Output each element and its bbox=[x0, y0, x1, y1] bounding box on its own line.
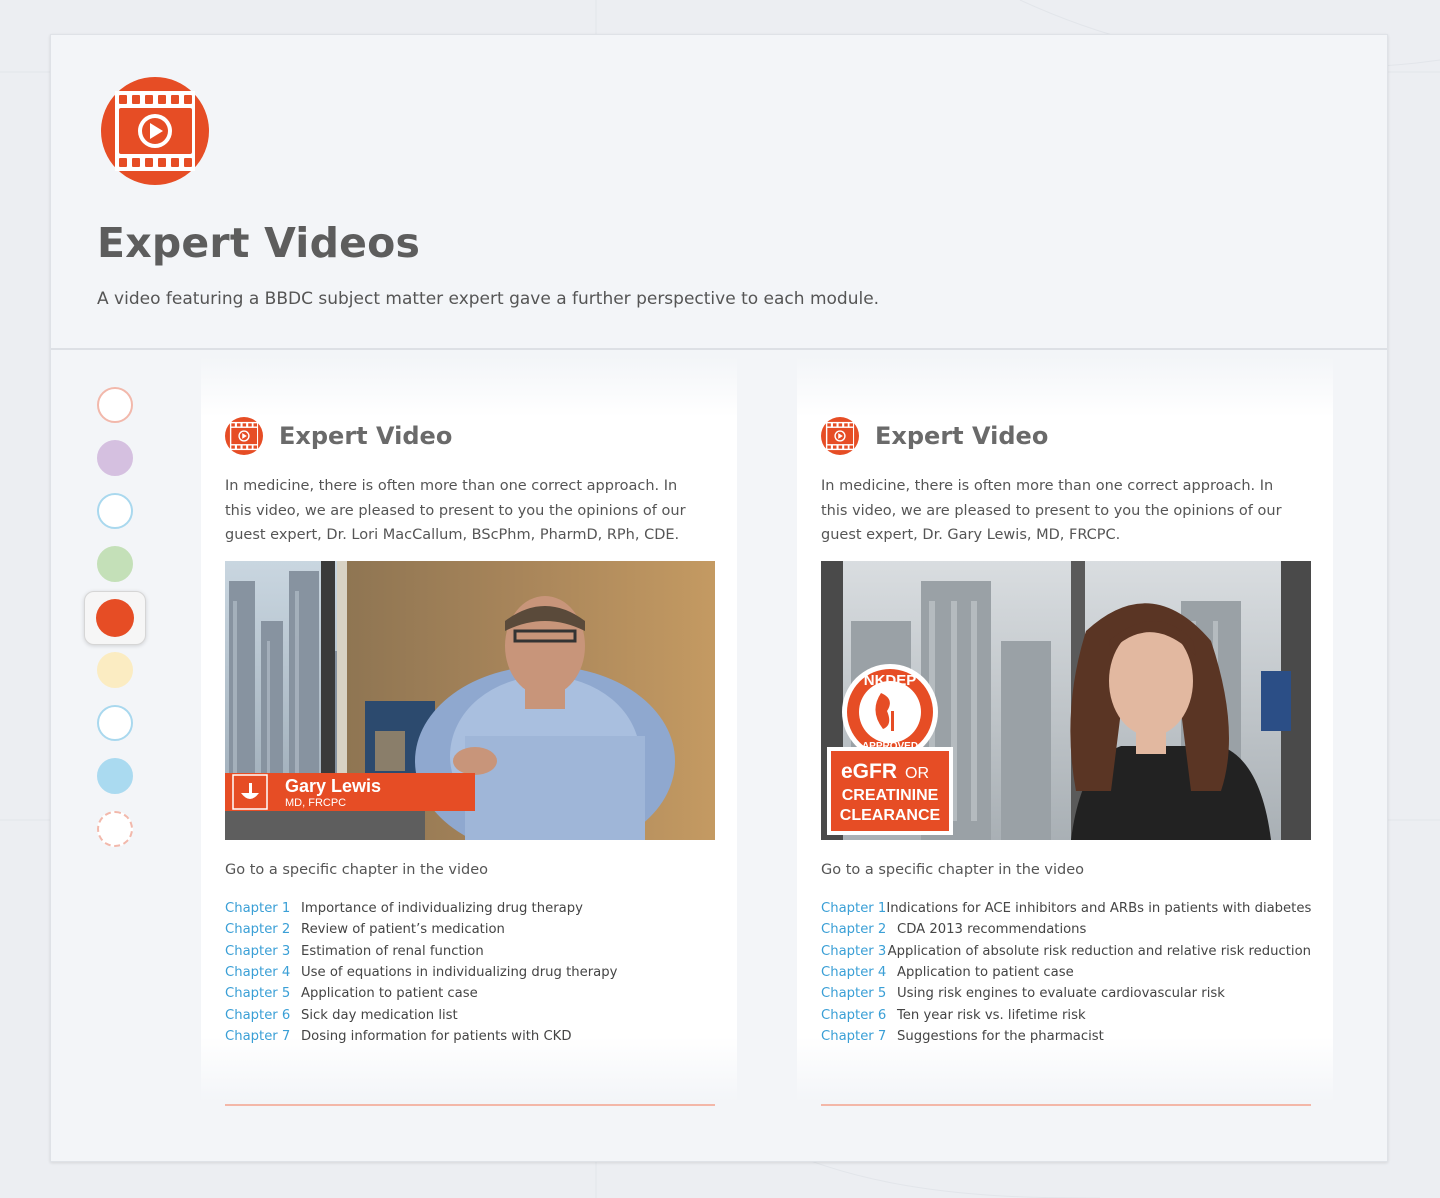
chapter-title: Estimation of renal function bbox=[301, 943, 484, 959]
video-film-icon bbox=[821, 417, 859, 455]
chapter-row: Chapter 1 Indications for ACE inhibitors … bbox=[821, 898, 1311, 919]
lower-third-credentials: MD, FRCPC bbox=[285, 797, 346, 809]
active-module-indicator bbox=[96, 599, 134, 637]
chapter-link-4[interactable]: Chapter 4 bbox=[821, 965, 897, 980]
chapter-row: Chapter 6 Ten year risk vs. lifetime risk bbox=[821, 1004, 1311, 1025]
card-divider bbox=[821, 1104, 1311, 1106]
overlay-line2: CREATININE bbox=[842, 787, 939, 804]
page-title: Expert Videos bbox=[97, 219, 421, 267]
lower-third-name: Gary Lewis bbox=[285, 776, 381, 796]
module-dot-2[interactable] bbox=[97, 440, 133, 476]
chapter-title: Review of patient’s medication bbox=[301, 922, 505, 938]
chapter-row: Chapter 4 Application to patient case bbox=[821, 962, 1311, 983]
chapter-row: Chapter 6 Sick day medication list bbox=[225, 1004, 715, 1025]
expert-video-card-2: Expert Video In medicine, there is often… bbox=[797, 357, 1333, 1106]
module-dot-3[interactable] bbox=[97, 493, 133, 529]
module-dot-6[interactable] bbox=[97, 652, 133, 688]
chapter-title: Suggestions for the pharmacist bbox=[897, 1028, 1104, 1044]
chapter-link-4[interactable]: Chapter 4 bbox=[225, 965, 301, 980]
card-header: Expert Video bbox=[225, 417, 452, 455]
chapter-row: Chapter 7 Suggestions for the pharmacist bbox=[821, 1026, 1311, 1047]
chapter-title: Sick day medication list bbox=[301, 1007, 458, 1023]
module-dot-7[interactable] bbox=[97, 705, 133, 741]
module-dot-5[interactable] bbox=[84, 591, 146, 645]
card-divider bbox=[225, 1104, 715, 1106]
chapter-link-2[interactable]: Chapter 2 bbox=[225, 922, 301, 937]
chapter-link-1[interactable]: Chapter 1 bbox=[821, 901, 886, 916]
chapter-link-6[interactable]: Chapter 6 bbox=[821, 1008, 897, 1023]
chapter-link-6[interactable]: Chapter 6 bbox=[225, 1008, 301, 1023]
chapter-title: Ten year risk vs. lifetime risk bbox=[897, 1007, 1086, 1023]
overlay-line1: eGFR bbox=[841, 760, 897, 783]
page-header: Expert Videos A video featuring a BBDC s… bbox=[51, 35, 1387, 350]
chapter-row: Chapter 3 Estimation of renal function bbox=[225, 941, 715, 962]
chapter-title: Importance of individualizing drug thera… bbox=[301, 901, 583, 917]
chapter-heading: Go to a specific chapter in the video bbox=[821, 862, 1085, 878]
chapter-link-5[interactable]: Chapter 5 bbox=[821, 986, 897, 1001]
chapter-row: Chapter 2 CDA 2013 recommendations bbox=[821, 919, 1311, 940]
chapter-title: Application to patient case bbox=[301, 986, 478, 1002]
chapter-title: Use of equations in individualizing drug… bbox=[301, 965, 618, 981]
chapter-row: Chapter 1 Importance of individualizing d… bbox=[225, 898, 715, 919]
module-dot-8[interactable] bbox=[97, 758, 133, 794]
chapter-list: Chapter 1 Importance of individualizing d… bbox=[225, 898, 715, 1047]
chapter-title: Application of absolute risk reduction a… bbox=[887, 943, 1311, 959]
card-title: Expert Video bbox=[875, 422, 1049, 450]
chapter-row: Chapter 5 Using risk engines to evaluate … bbox=[821, 983, 1311, 1004]
chapter-row: Chapter 7 Dosing information for patients… bbox=[225, 1026, 715, 1047]
card-title: Expert Video bbox=[279, 422, 453, 450]
chapter-title: Indications for ACE inhibitors and ARBs … bbox=[886, 901, 1312, 917]
chapter-link-3[interactable]: Chapter 3 bbox=[821, 944, 888, 959]
video-player[interactable]: Gary Lewis MD, FRCPC bbox=[225, 561, 715, 840]
card-description: In medicine, there is often more than on… bbox=[225, 478, 686, 543]
nkdep-badge-top: NKDEP bbox=[864, 672, 917, 689]
expert-video-card-1: Expert Video In medicine, there is often… bbox=[201, 357, 737, 1106]
content-panel: Expert Videos A video featuring a BBDC s… bbox=[50, 34, 1388, 1162]
chapter-title: Dosing information for patients with CKD bbox=[301, 1028, 572, 1044]
video-film-icon bbox=[101, 77, 209, 185]
overlay-line3: CLEARANCE bbox=[840, 807, 941, 824]
module-dot-9[interactable] bbox=[97, 811, 133, 847]
chapter-link-7[interactable]: Chapter 7 bbox=[225, 1029, 301, 1044]
chapter-link-1[interactable]: Chapter 1 bbox=[225, 901, 301, 916]
module-dot-4[interactable] bbox=[97, 546, 133, 582]
chapter-row: Chapter 2 Review of patient’s medication bbox=[225, 919, 715, 940]
video-player[interactable]: NKDEP APPROVED eGFR OR CREATININE CLEARA… bbox=[821, 561, 1311, 840]
chapter-row: Chapter 4 Use of equations in individuali… bbox=[225, 962, 715, 983]
overlay-line1-small: OR bbox=[905, 765, 929, 782]
card-header: Expert Video bbox=[821, 417, 1048, 455]
chapter-title: Using risk engines to evaluate cardiovas… bbox=[897, 986, 1225, 1002]
chapter-link-3[interactable]: Chapter 3 bbox=[225, 944, 301, 959]
chapter-title: CDA 2013 recommendations bbox=[897, 922, 1087, 938]
chapter-row: Chapter 5 Application to patient case bbox=[225, 983, 715, 1004]
card-description: In medicine, there is often more than on… bbox=[821, 478, 1282, 543]
chapter-link-5[interactable]: Chapter 5 bbox=[225, 986, 301, 1001]
chapter-list: Chapter 1 Indications for ACE inhibitors … bbox=[821, 898, 1311, 1047]
chapter-link-7[interactable]: Chapter 7 bbox=[821, 1029, 897, 1044]
page-subtitle: A video featuring a BBDC subject matter … bbox=[97, 289, 880, 309]
video-film-icon bbox=[225, 417, 263, 455]
chapter-link-2[interactable]: Chapter 2 bbox=[821, 922, 897, 937]
module-dot-1[interactable] bbox=[97, 387, 133, 423]
chapter-row: Chapter 3 Application of absolute risk re… bbox=[821, 941, 1311, 962]
chapter-heading: Go to a specific chapter in the video bbox=[225, 862, 489, 878]
chapter-title: Application to patient case bbox=[897, 965, 1074, 981]
